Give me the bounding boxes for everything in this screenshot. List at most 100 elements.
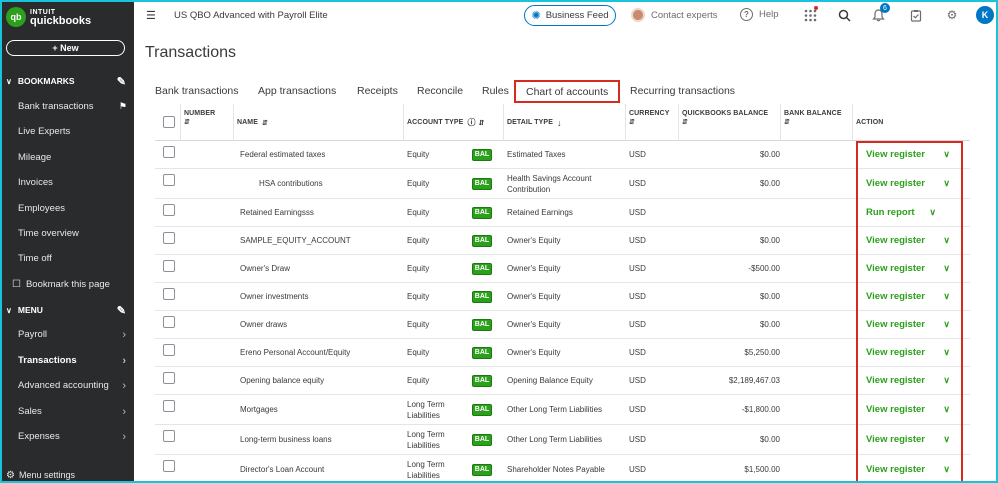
table-row[interactable]: Owner investments Equity BAL Owner's Equity… — [155, 283, 970, 311]
row-checkbox[interactable] — [163, 430, 175, 442]
quickbooks-balance-cell: $5,250.00 — [682, 339, 780, 366]
sort-icon: ⇵ — [184, 119, 190, 126]
tab-chart-of-accounts[interactable]: Chart of accounts — [514, 80, 621, 103]
row-checkbox[interactable] — [163, 460, 175, 472]
table-row[interactable]: Long-term business loans Long Term Liabil… — [155, 425, 970, 455]
row-checkbox[interactable] — [163, 204, 175, 216]
row-checkbox[interactable] — [163, 146, 175, 158]
table-row[interactable]: SAMPLE_EQUITY_ACCOUNT Equity BAL Owner's Eq… — [155, 227, 970, 255]
table-row[interactable]: Opening balance equity Equity BAL Opening B… — [155, 367, 970, 395]
edit-menu-icon[interactable]: ✎ — [117, 304, 126, 317]
column-header-account-type[interactable]: ACCOUNT TYPE ⓘ ⇵ — [403, 104, 503, 141]
menu-item[interactable]: Advanced accounting › — [0, 373, 134, 398]
table-row[interactable]: Director's Loan Account Long Term Liabili… — [155, 455, 970, 483]
menu-item-label: Expenses — [18, 431, 60, 442]
bookmark-item[interactable]: Live Experts — [0, 119, 134, 144]
currency: USD — [629, 179, 646, 188]
table-row[interactable]: Owner's Draw Equity BAL Owner's Equity USD -$… — [155, 255, 970, 283]
bookmark-icon: ☐ — [12, 279, 21, 290]
column-header-bank-balance[interactable]: BANK BALANCE ⇵ — [780, 104, 852, 141]
row-checkbox[interactable] — [163, 316, 175, 328]
edit-bookmarks-icon[interactable]: ✎ — [117, 75, 126, 88]
bal-badge: BAL — [472, 262, 492, 275]
quickbooks-balance-cell: $0.00 — [682, 141, 780, 168]
help-button[interactable]: ? Help — [740, 8, 779, 21]
bookmarks-section-header[interactable]: ∨ BOOKMARKS ✎ — [0, 70, 134, 92]
detail-type: Owner's Equity — [507, 236, 561, 245]
apps-alert-dot — [814, 6, 818, 10]
detail-type: Opening Balance Equity — [507, 376, 593, 385]
menu-item[interactable]: Payroll › — [0, 322, 134, 347]
row-checkbox[interactable] — [163, 174, 175, 186]
bookmark-item[interactable]: Bank transactions ⚑ — [0, 94, 134, 119]
table-row[interactable]: Federal estimated taxes Equity BAL Estimate… — [155, 141, 970, 169]
account-type-cell: Equity — [407, 311, 469, 338]
account-name-cell: SAMPLE_EQUITY_ACCOUNT — [240, 227, 400, 254]
column-header-detail-type[interactable]: DETAIL TYPE ↓ — [503, 104, 625, 141]
bookmark-item[interactable]: Time off — [0, 246, 134, 271]
table-row[interactable]: HSA contributions Equity BAL Health Savings… — [155, 169, 970, 199]
tab-receipts[interactable]: Receipts — [357, 79, 398, 103]
menu-settings[interactable]: ⚙ Menu settings — [0, 467, 134, 483]
bookmark-item-label: Live Experts — [18, 126, 71, 137]
bookmark-item[interactable]: Mileage — [0, 145, 134, 170]
search-icon[interactable] — [836, 7, 852, 23]
row-checkbox[interactable] — [163, 372, 175, 384]
help-label: Help — [759, 9, 779, 20]
bookmark-item[interactable]: Employees — [0, 196, 134, 221]
balance-badge-cell: BAL — [472, 141, 492, 168]
account-name-cell: Federal estimated taxes — [240, 141, 400, 168]
bookmark-this-page-label: Bookmark this page — [25, 279, 110, 290]
settings-gear-icon[interactable]: ⚙ — [944, 7, 960, 23]
tab-app-transactions[interactable]: App transactions — [258, 79, 336, 103]
detail-type-cell: Shareholder Notes Payable — [507, 455, 619, 483]
quickbooks-logo[interactable]: qb INTUIT quickbooks — [6, 7, 91, 27]
menu-section-header[interactable]: ∨ MENU ✎ — [0, 299, 134, 321]
row-checkbox[interactable] — [163, 260, 175, 272]
qb-balance-header-label: QUICKBOOKS BALANCE — [682, 110, 769, 117]
bookmark-flag-icon[interactable]: ⚑ — [119, 101, 127, 112]
business-feed-button[interactable]: ✺ Business Feed — [524, 5, 616, 26]
row-checkbox[interactable] — [163, 344, 175, 356]
menu-item[interactable]: Expenses › — [0, 424, 134, 449]
bal-badge: BAL — [472, 318, 492, 331]
table-row[interactable]: Owner draws Equity BAL Owner's Equity USD $0.… — [155, 311, 970, 339]
new-button[interactable]: + New — [6, 40, 125, 56]
quickbooks-balance: $0.00 — [759, 179, 780, 188]
sort-icon: ⇵ — [682, 119, 688, 126]
account-type: Equity — [407, 376, 430, 385]
column-header-quickbooks-balance[interactable]: QUICKBOOKS BALANCE ⇵ — [678, 104, 780, 141]
menu-item[interactable]: Transactions › — [0, 348, 134, 373]
contact-experts-button[interactable]: Contact experts — [631, 8, 718, 22]
row-checkbox[interactable] — [163, 232, 175, 244]
currency-cell: USD — [629, 395, 674, 424]
menu-item[interactable]: Sales › — [0, 399, 134, 424]
table-row[interactable]: Retained Earningsss Equity BAL Retained Ear… — [155, 199, 970, 227]
tab-rules[interactable]: Rules — [482, 79, 509, 103]
column-header-number[interactable]: NUMBER ⇵ — [180, 104, 233, 141]
bookmark-this-page[interactable]: ☐ Bookmark this page — [0, 272, 134, 297]
account-name-cell: Owner draws — [240, 311, 400, 338]
row-checkbox[interactable] — [163, 288, 175, 300]
table-row[interactable]: Ereno Personal Account/Equity Equity BAL Ow… — [155, 339, 970, 367]
tasks-clipboard-icon[interactable] — [908, 7, 924, 23]
bookmark-item[interactable]: Invoices — [0, 170, 134, 195]
hamburger-menu-icon[interactable]: ☰ — [146, 9, 156, 22]
apps-grid-icon[interactable] — [802, 6, 818, 23]
notifications-bell-icon[interactable]: 6 — [870, 3, 890, 23]
tab-recurring-transactions[interactable]: Recurring transactions — [630, 79, 735, 103]
tab-bank-transactions[interactable]: Bank transactions — [155, 79, 238, 103]
user-avatar[interactable]: K — [976, 6, 994, 24]
select-all-checkbox[interactable] — [163, 116, 175, 128]
column-header-currency[interactable]: CURRENCY ⇵ — [625, 104, 678, 141]
tab-reconcile[interactable]: Reconcile — [417, 79, 463, 103]
column-header-name[interactable]: NAME ⇵ — [233, 104, 403, 141]
balance-badge-cell: BAL — [472, 227, 492, 254]
account-name-cell: Director's Loan Account — [240, 455, 400, 483]
bookmark-item[interactable]: Time overview — [0, 221, 134, 246]
detail-type: Owner's Equity — [507, 320, 561, 329]
account-type: Equity — [407, 320, 430, 329]
row-checkbox[interactable] — [163, 400, 175, 412]
info-icon[interactable]: ⓘ — [467, 117, 475, 128]
table-row[interactable]: Mortgages Long Term Liabilities BAL Other L… — [155, 395, 970, 425]
